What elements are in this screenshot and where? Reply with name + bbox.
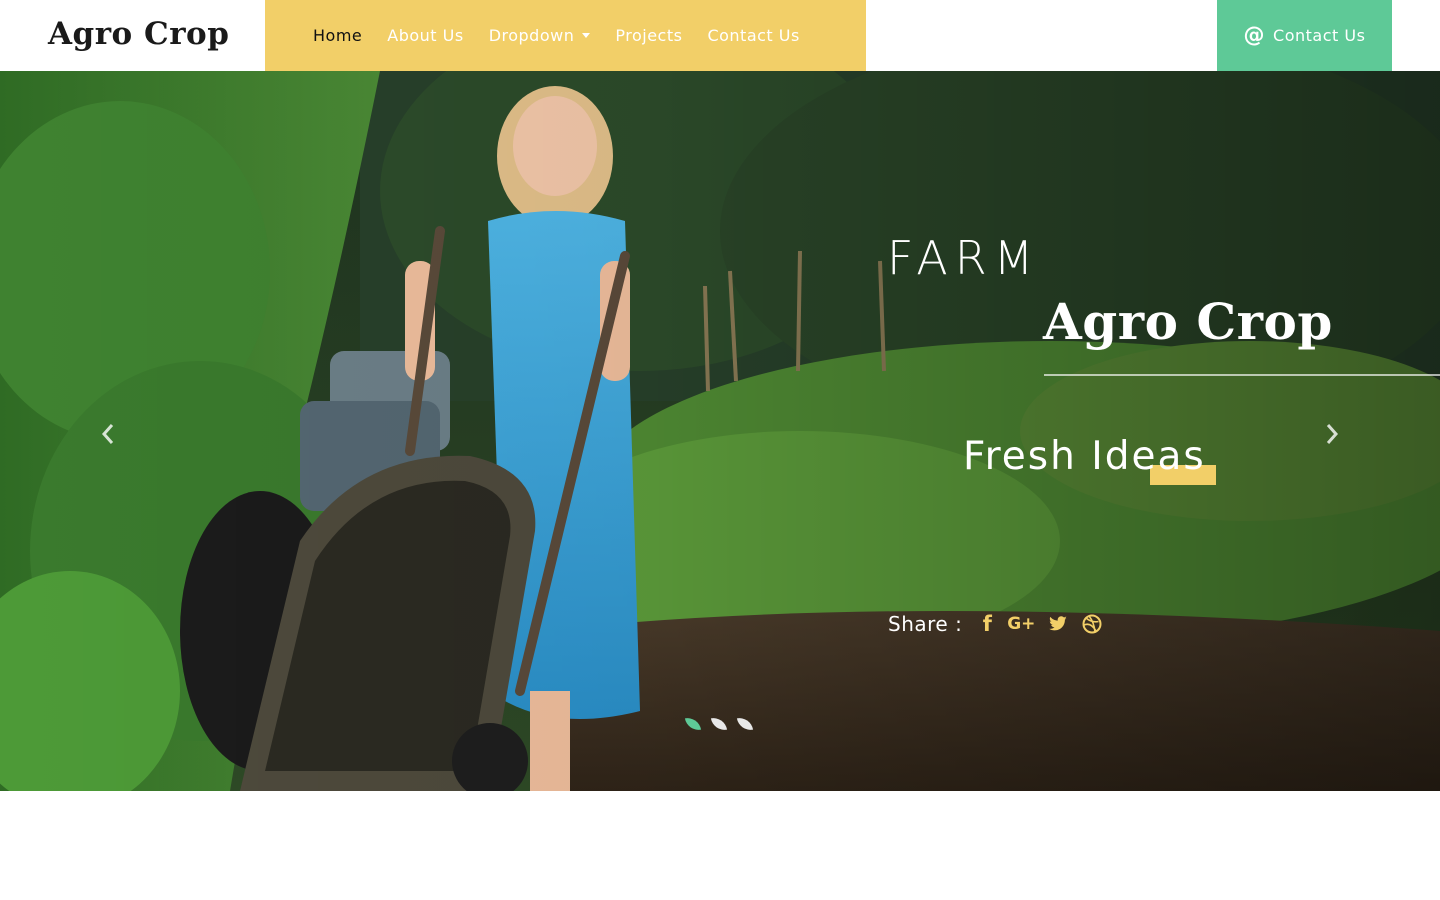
main-nav: Home About Us Dropdown Projects Contact …	[265, 0, 866, 71]
carousel-prev-button[interactable]	[88, 414, 128, 454]
chevron-left-icon	[101, 424, 114, 444]
nav-item-dropdown-label: Dropdown	[488, 26, 575, 45]
chevron-right-icon	[1326, 424, 1339, 444]
hero-title: Agro Crop	[1043, 292, 1333, 351]
nav-item-dropdown[interactable]: Dropdown	[489, 26, 591, 45]
at-icon: @	[1243, 23, 1266, 47]
nav-item-home[interactable]: Home	[313, 26, 362, 45]
carousel-indicator-2[interactable]	[710, 715, 728, 733]
nav-item-about-us[interactable]: About Us	[387, 26, 463, 45]
site-logo[interactable]: Agro Crop	[48, 16, 229, 52]
carousel-indicators	[684, 715, 764, 733]
nav-item-projects[interactable]: Projects	[615, 26, 682, 45]
share-bar: Share : f G+	[888, 610, 1116, 638]
google-plus-icon[interactable]: G+	[1007, 610, 1035, 638]
hero-tag: FARM	[887, 231, 1041, 285]
carousel-indicator-3[interactable]	[736, 715, 754, 733]
hero-overlay	[0, 71, 1440, 791]
site-header: Agro Crop Home About Us Dropdown Project…	[0, 0, 1440, 71]
contact-us-button[interactable]: @ Contact Us	[1217, 0, 1392, 71]
hero-carousel: FARM Agro Crop Fresh Ideas Share : f G+	[0, 71, 1440, 791]
hero-subtitle: Fresh Ideas	[963, 434, 1206, 479]
contact-us-button-label: Contact Us	[1273, 26, 1366, 45]
nav-item-contact-us[interactable]: Contact Us	[707, 26, 799, 45]
hero-divider	[1044, 374, 1440, 376]
dribbble-icon[interactable]	[1082, 610, 1102, 638]
twitter-icon[interactable]	[1048, 610, 1068, 638]
share-label: Share :	[888, 612, 963, 636]
carousel-indicator-1[interactable]	[684, 715, 702, 733]
facebook-icon[interactable]: f	[980, 610, 994, 638]
carousel-next-button[interactable]	[1312, 414, 1352, 454]
caret-down-icon	[582, 33, 591, 38]
